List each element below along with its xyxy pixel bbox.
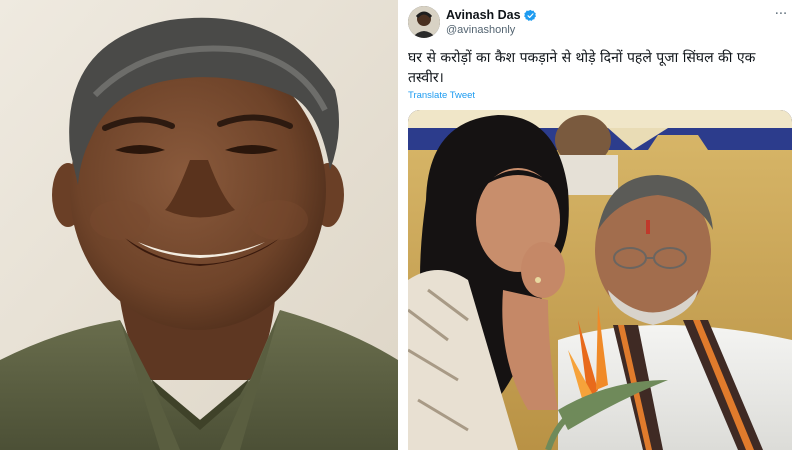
verified-badge-icon (523, 9, 537, 22)
more-horizontal-icon[interactable]: ··· (772, 8, 790, 24)
name-row: Avinash Das (446, 8, 537, 22)
tweet-header: Avinash Das @avinashonly ··· (408, 6, 794, 42)
translate-tweet-link[interactable]: Translate Tweet (408, 90, 475, 101)
user-handle[interactable]: @avinashonly (446, 24, 515, 36)
avatar[interactable] (408, 6, 440, 38)
tweet-media-photo[interactable] (408, 110, 792, 450)
portrait-photo (0, 0, 398, 450)
tweet-card[interactable]: Avinash Das @avinashonly ··· घर से करोड़… (402, 0, 800, 450)
display-name[interactable]: Avinash Das (446, 8, 521, 22)
tweet-text: घर से करोड़ों का कैश पकड़ाने से थोड़े दि… (408, 50, 756, 86)
